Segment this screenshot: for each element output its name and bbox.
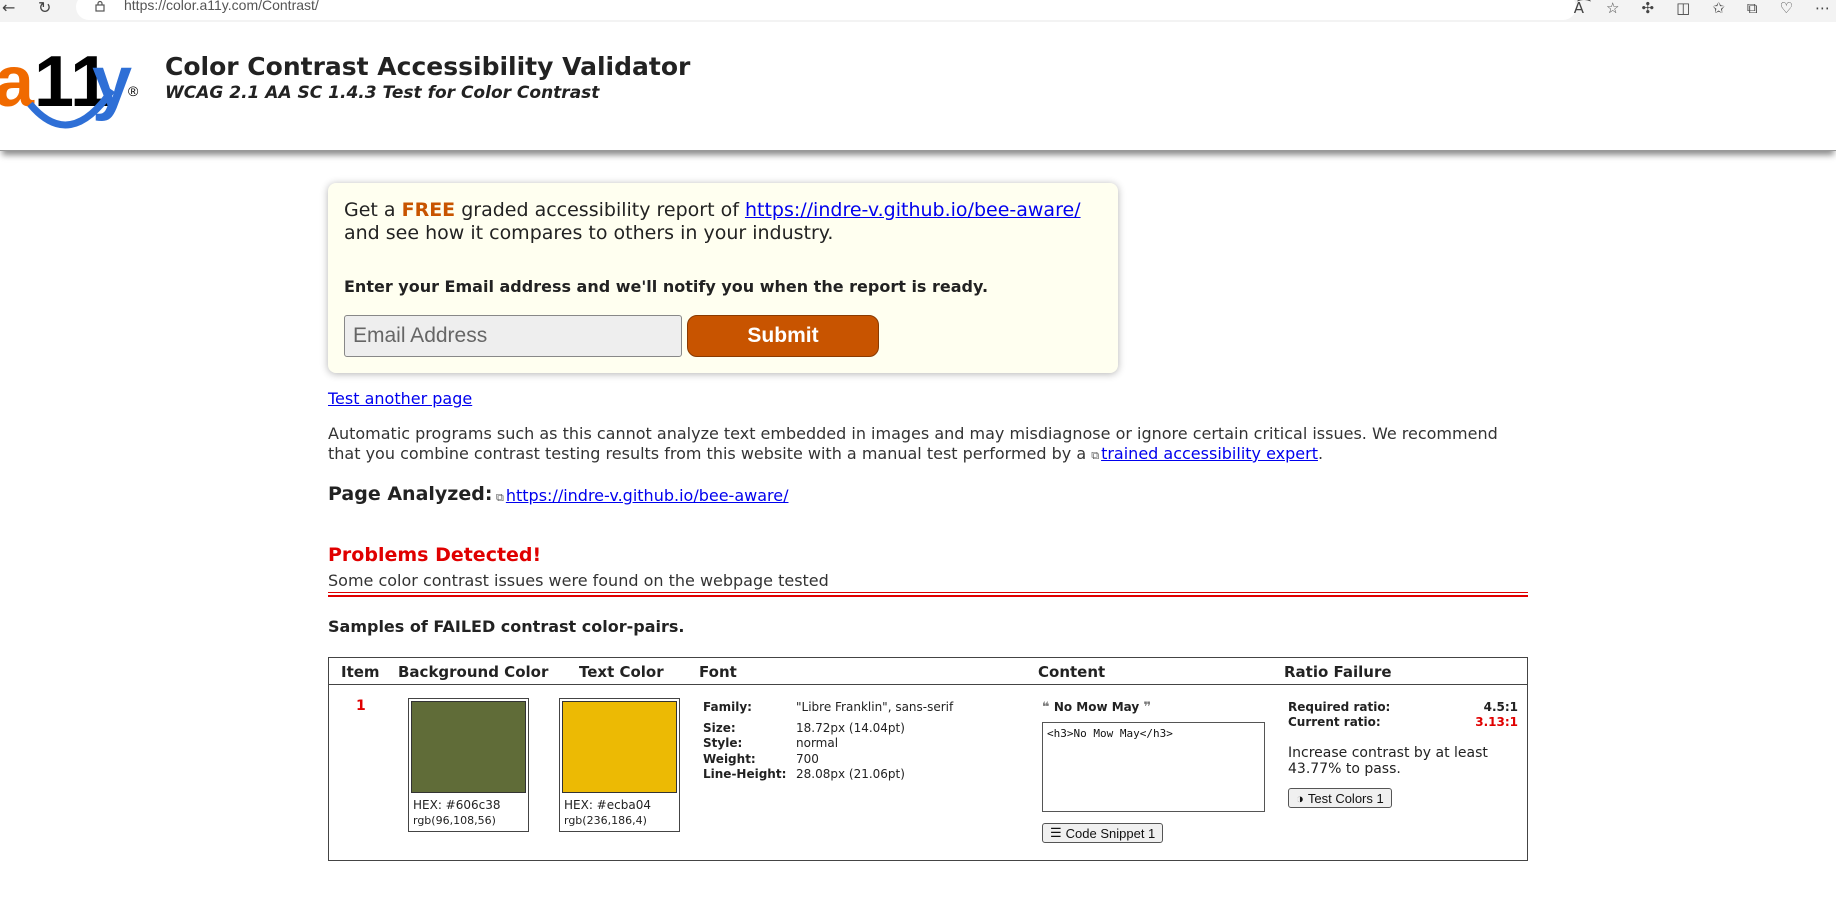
- puzzle-icon[interactable]: ✣: [1641, 0, 1654, 18]
- svg-text:a: a: [0, 42, 35, 122]
- reload-icon[interactable]: ↻: [38, 0, 51, 16]
- star-icon[interactable]: ☆: [1606, 0, 1619, 18]
- header-divider: [329, 684, 1527, 685]
- required-ratio-value: 4.5:1: [1483, 700, 1518, 714]
- external-link-icon: ⧉: [1091, 449, 1100, 462]
- collections-icon[interactable]: ⧉: [1747, 0, 1758, 18]
- external-link-icon: ⧉: [496, 491, 504, 504]
- current-ratio-value: 3.13:1: [1475, 715, 1518, 729]
- contrast-half-icon: ◑: [1296, 790, 1304, 806]
- promo-compare-text: and see how it compares to others in you…: [344, 222, 834, 244]
- text-color-swatch: [562, 701, 677, 793]
- address-bar[interactable]: https://color.a11y.com/Contrast/: [76, 0, 1576, 20]
- required-ratio-label: Required ratio:: [1288, 700, 1391, 714]
- text-hex: HEX: #ecba04: [564, 798, 651, 812]
- font-family-value: "Libre Franklin", sans-serif: [796, 700, 954, 714]
- free-report-panel: Get a FREE graded accessibility report o…: [328, 183, 1118, 373]
- browser-toolbar: ← ↻ https://color.a11y.com/Contrast/ A͡ …: [0, 0, 1836, 22]
- code-lines-icon: ☰: [1050, 825, 1062, 840]
- text-rgb: rgb(236,186,4): [564, 814, 647, 827]
- site-header: a 11 y ® Color Contrast Accessibility Va…: [0, 22, 1836, 151]
- header-ratio-failure: Ratio Failure: [1284, 663, 1392, 681]
- header-font: Font: [699, 663, 737, 681]
- notify-text: Enter your Email address and we'll notif…: [344, 277, 989, 296]
- page-analyzed-url: ⧉ https://indre-v.github.io/bee-aware/: [496, 486, 788, 505]
- code-snippet-textarea[interactable]: <h3>No Mow May</h3>: [1042, 722, 1265, 812]
- line-height-label: Line-Height:: [703, 767, 787, 781]
- promo-headline: Get a FREE graded accessibility report o…: [344, 199, 1081, 221]
- font-size-value: 18.72px (14.04pt): [796, 721, 905, 735]
- page-analyzed-label: Page Analyzed:: [328, 483, 493, 505]
- submit-button[interactable]: Submit: [687, 315, 879, 357]
- background-rgb: rgb(96,108,56): [413, 814, 496, 827]
- expert-link[interactable]: trained accessibility expert: [1101, 444, 1318, 463]
- quote-close-icon: ❞: [1143, 700, 1152, 715]
- quote-open-icon: ❝: [1042, 700, 1050, 715]
- problems-title: Problems Detected!: [328, 544, 542, 566]
- results-table: Item Background Color Text Color Font Co…: [328, 657, 1528, 861]
- header-background-color: Background Color: [398, 663, 549, 681]
- background-hex: HEX: #606c38: [413, 798, 501, 812]
- font-weight-value: 700: [796, 752, 819, 766]
- test-colors-button[interactable]: ◑ Test Colors 1: [1288, 788, 1392, 808]
- divider: [328, 592, 1528, 597]
- item-number: 1: [356, 698, 366, 714]
- free-badge: FREE: [401, 199, 456, 221]
- back-arrow-icon[interactable]: ←: [2, 0, 15, 16]
- lock-icon: [95, 0, 105, 12]
- font-style-value: normal: [796, 736, 839, 750]
- background-swatch-card: HEX: #606c38 rgb(96,108,56): [408, 698, 529, 832]
- font-size-label: Size:: [703, 721, 736, 735]
- increase-contrast-text: Increase contrast by at least 43.77% to …: [1288, 745, 1488, 777]
- header-text-color: Text Color: [579, 663, 664, 681]
- svg-text:®: ®: [128, 83, 139, 99]
- split-screen-icon[interactable]: ◫: [1676, 0, 1690, 18]
- page-title: Color Contrast Accessibility Validator: [165, 52, 691, 81]
- background-color-swatch: [411, 701, 526, 793]
- content-label: ❝ No Mow May ❞: [1042, 700, 1151, 715]
- email-input[interactable]: [344, 315, 682, 357]
- line-height-value: 28.08px (21.06pt): [796, 767, 905, 781]
- disclaimer-text: Automatic programs such as this cannot a…: [328, 424, 1528, 466]
- samples-title: Samples of FAILED contrast color-pairs.: [328, 617, 685, 636]
- header-item: Item: [341, 663, 380, 681]
- code-snippet-button[interactable]: ☰ Code Snippet 1: [1042, 823, 1164, 843]
- browser-health-icon[interactable]: ♡: [1780, 0, 1793, 18]
- problems-description: Some color contrast issues were found on…: [328, 571, 829, 590]
- text-swatch-card: HEX: #ecba04 rgb(236,186,4): [559, 698, 680, 832]
- address-url[interactable]: https://color.a11y.com/Contrast/: [124, 0, 319, 13]
- content-text: No Mow May: [1053, 700, 1140, 714]
- page-subtitle: WCAG 2.1 AA SC 1.4.3 Test for Color Cont…: [165, 83, 600, 103]
- more-icon[interactable]: ⋯: [1815, 0, 1830, 18]
- favorites-icon[interactable]: ✩: [1712, 0, 1725, 18]
- font-weight-label: Weight:: [703, 752, 756, 766]
- font-style-label: Style:: [703, 736, 743, 750]
- current-ratio-label: Current ratio:: [1288, 715, 1381, 729]
- test-another-page-link[interactable]: Test another page: [328, 389, 472, 408]
- a11y-logo[interactable]: a 11 y ®: [0, 22, 150, 140]
- font-family-label: Family:: [703, 700, 752, 714]
- report-url-link[interactable]: https://indre-v.github.io/bee-aware/: [745, 199, 1081, 221]
- analyzed-url-link[interactable]: https://indre-v.github.io/bee-aware/: [506, 486, 789, 505]
- header-content: Content: [1038, 663, 1106, 681]
- read-aloud-icon[interactable]: A͡: [1574, 0, 1584, 18]
